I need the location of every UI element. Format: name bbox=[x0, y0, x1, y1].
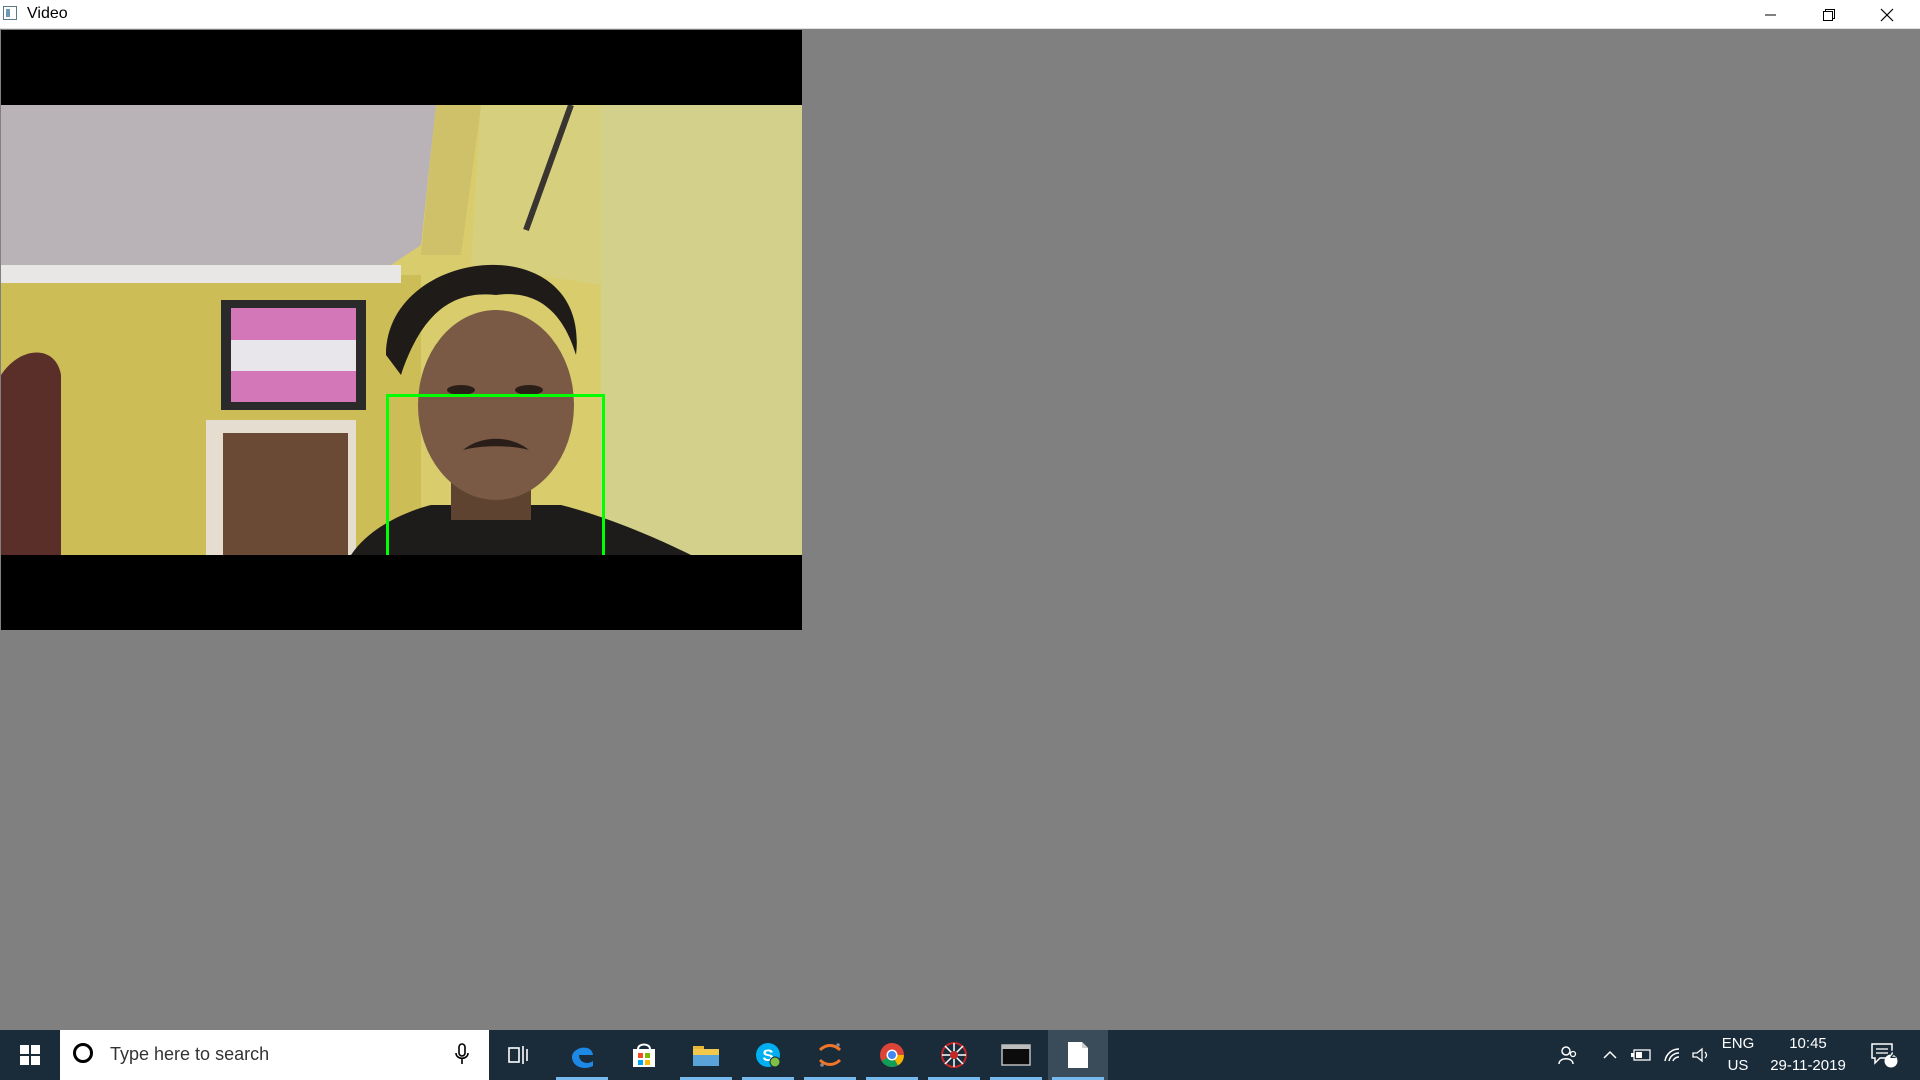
window-title: Video bbox=[27, 5, 68, 22]
edge-icon bbox=[572, 1047, 593, 1068]
taskbar-app-store[interactable] bbox=[614, 1030, 674, 1080]
window-title-bar[interactable]: Video bbox=[0, 0, 1920, 29]
speaker-icon bbox=[1692, 1047, 1708, 1063]
minimize-icon bbox=[1765, 14, 1776, 15]
taskbar-app-skype[interactable]: S bbox=[738, 1030, 798, 1080]
people-button[interactable] bbox=[1550, 1030, 1584, 1080]
windows-logo-icon bbox=[20, 1045, 40, 1065]
terminal-icon bbox=[1001, 1044, 1031, 1066]
close-icon bbox=[1880, 8, 1894, 21]
search-placeholder: Type here to search bbox=[110, 1044, 270, 1064]
input-language-button[interactable]: ENG US bbox=[1718, 1030, 1758, 1080]
taskbar-app-terminal[interactable] bbox=[986, 1030, 1046, 1080]
cortana-icon bbox=[73, 1043, 93, 1063]
camera-feed bbox=[1, 105, 802, 555]
restore-icon bbox=[1823, 8, 1835, 21]
action-center-button[interactable]: 2 bbox=[1864, 1030, 1904, 1080]
file-explorer-icon bbox=[693, 1046, 719, 1066]
taskbar-app-spider[interactable] bbox=[924, 1030, 984, 1080]
task-view-icon bbox=[508, 1046, 528, 1064]
spider-app-icon bbox=[941, 1042, 967, 1068]
chevron-up-icon bbox=[1603, 1050, 1617, 1059]
language-label: ENG bbox=[1721, 1035, 1755, 1052]
network-button[interactable] bbox=[1660, 1030, 1686, 1080]
people-icon bbox=[1558, 1046, 1577, 1065]
taskbar-app-document[interactable] bbox=[1048, 1030, 1108, 1080]
minimize-button[interactable] bbox=[1742, 0, 1800, 29]
notification-count-badge: 2 bbox=[1889, 1049, 1897, 1061]
wifi-icon bbox=[1664, 1048, 1680, 1062]
face-detection-box bbox=[386, 394, 605, 555]
chrome-icon bbox=[880, 1043, 904, 1068]
taskbar-app-file-explorer[interactable] bbox=[676, 1030, 736, 1080]
volume-button[interactable] bbox=[1688, 1030, 1714, 1080]
store-icon bbox=[633, 1043, 655, 1067]
region-label: US bbox=[1727, 1057, 1749, 1074]
close-button[interactable] bbox=[1858, 0, 1916, 29]
search-box[interactable]: Type here to search bbox=[60, 1030, 489, 1080]
video-window-icon bbox=[3, 6, 17, 20]
clock-button[interactable]: 10:45 29-11-2019 bbox=[1766, 1030, 1850, 1080]
battery-button[interactable] bbox=[1628, 1030, 1654, 1080]
microphone-icon[interactable] bbox=[455, 1043, 469, 1065]
clock-time: 10:45 bbox=[1789, 1035, 1827, 1052]
taskbar: Type here to search S ENG US 10:45 29-11… bbox=[0, 1030, 1920, 1080]
battery-icon bbox=[1631, 1049, 1651, 1061]
jupyter-icon bbox=[818, 1043, 842, 1067]
clock-date: 29-11-2019 bbox=[1770, 1057, 1846, 1074]
document-icon bbox=[1068, 1042, 1088, 1068]
video-frame bbox=[1, 30, 802, 630]
start-button[interactable] bbox=[0, 1030, 60, 1080]
taskbar-app-chrome[interactable] bbox=[862, 1030, 922, 1080]
skype-icon: S bbox=[756, 1043, 781, 1068]
task-view-button[interactable] bbox=[489, 1030, 549, 1080]
show-hidden-icons-button[interactable] bbox=[1598, 1030, 1622, 1080]
taskbar-app-jupyter[interactable] bbox=[800, 1030, 860, 1080]
taskbar-app-edge[interactable] bbox=[552, 1030, 612, 1080]
restore-button[interactable] bbox=[1800, 0, 1858, 29]
